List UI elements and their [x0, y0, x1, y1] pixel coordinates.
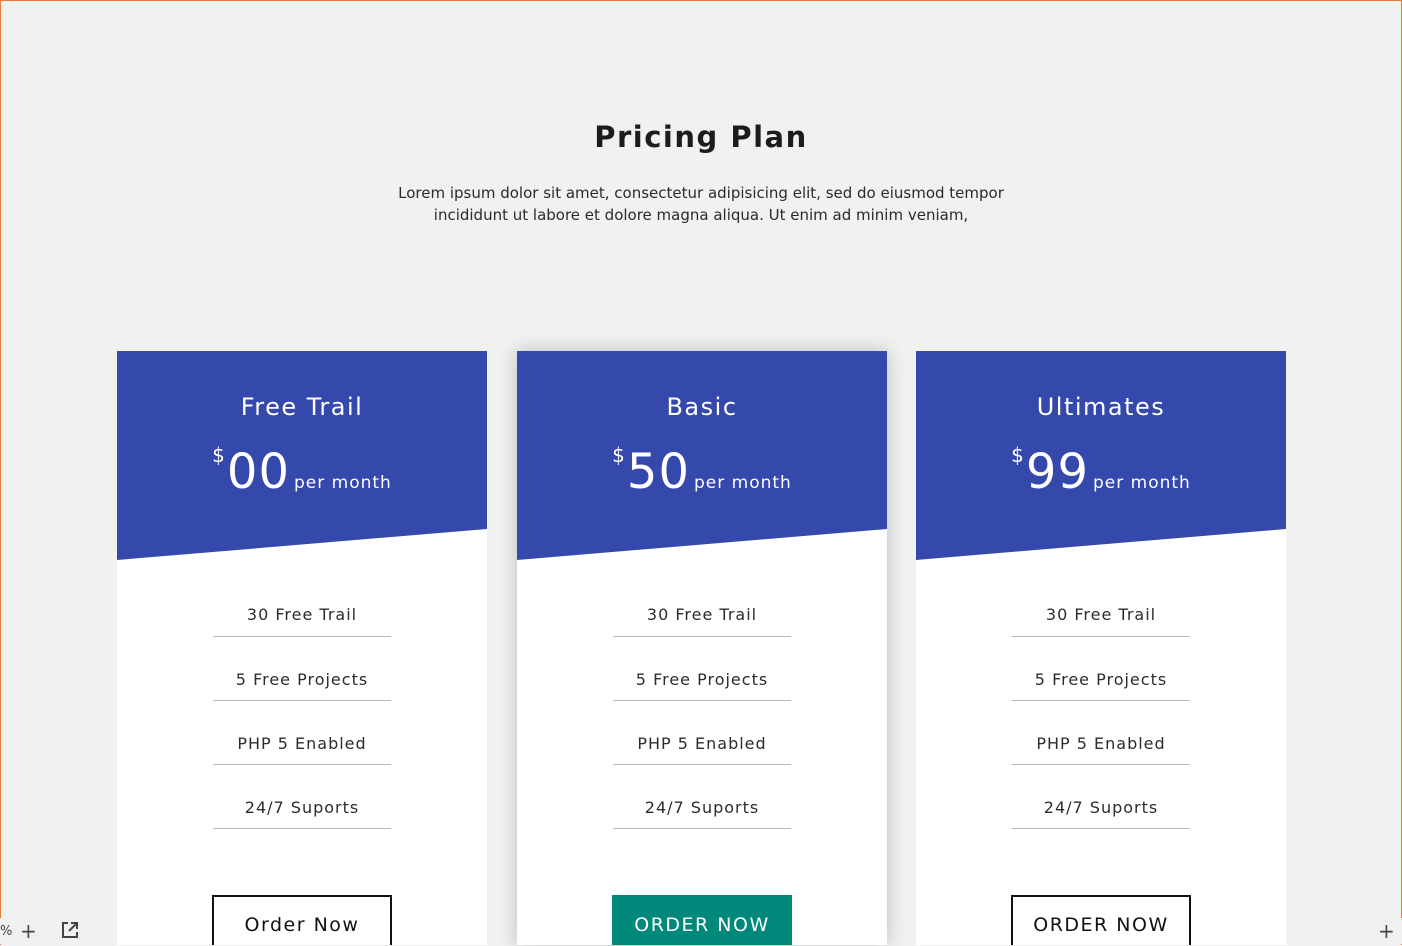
currency-symbol: $: [212, 443, 225, 467]
pricing-card-free-trail: Free Trail $00 per month 30 Free Trail 5 …: [117, 351, 487, 945]
order-now-button[interactable]: Order Now: [212, 895, 392, 945]
feature-item: 5 Free Projects: [613, 637, 791, 701]
price-period: per month: [693, 473, 792, 493]
order-now-button[interactable]: ORDER NOW: [612, 895, 792, 945]
feature-list: 30 Free Trail 5 Free Projects PHP 5 Enab…: [1012, 596, 1190, 829]
price-amount: 99: [1025, 444, 1089, 500]
feature-item: 24/7 Suports: [613, 765, 791, 829]
plus-icon[interactable]: +: [20, 918, 37, 944]
page-title: Pricing Plan: [594, 120, 808, 154]
price-period: per month: [293, 473, 392, 493]
pricing-card-basic: Basic $50 per month 30 Free Trail 5 Free …: [517, 351, 887, 945]
feature-item: 30 Free Trail: [1012, 596, 1190, 637]
feature-item: 24/7 Suports: [1012, 765, 1190, 829]
currency-symbol: $: [612, 443, 625, 467]
feature-item: 30 Free Trail: [213, 596, 391, 637]
card-header: Ultimates $99 per month: [916, 351, 1286, 561]
feature-item: 30 Free Trail: [613, 596, 791, 637]
plan-price: $99 per month: [916, 443, 1286, 500]
feature-item: 24/7 Suports: [213, 765, 391, 829]
price-amount: 00: [226, 444, 290, 500]
plan-price: $50 per month: [517, 443, 887, 500]
plan-name: Ultimates: [1036, 393, 1166, 421]
feature-item: PHP 5 Enabled: [613, 701, 791, 765]
card-header: Free Trail $00 per month: [117, 351, 487, 561]
feature-list: 30 Free Trail 5 Free Projects PHP 5 Enab…: [613, 596, 791, 829]
price-period: per month: [1092, 473, 1191, 493]
price-amount: 50: [626, 444, 690, 500]
feature-item: 5 Free Projects: [1012, 637, 1190, 701]
feature-item: PHP 5 Enabled: [213, 701, 391, 765]
feature-list: 30 Free Trail 5 Free Projects PHP 5 Enab…: [213, 596, 391, 829]
plus-icon[interactable]: +: [1378, 918, 1395, 944]
page-description: Lorem ipsum dolor sit amet, consectetur …: [398, 184, 1004, 224]
card-header: Basic $50 per month: [517, 351, 887, 561]
external-link-icon[interactable]: [60, 920, 80, 946]
plan-name: Free Trail: [240, 393, 364, 421]
feature-item: 5 Free Projects: [213, 637, 391, 701]
pricing-card-ultimates: Ultimates $99 per month 30 Free Trail 5 F…: [916, 351, 1286, 945]
feature-item: PHP 5 Enabled: [1012, 701, 1190, 765]
plan-name: Basic: [666, 393, 738, 421]
zoom-label: %: [0, 924, 13, 939]
plan-price: $00 per month: [117, 443, 487, 500]
currency-symbol: $: [1011, 443, 1024, 467]
order-now-button[interactable]: ORDER NOW: [1011, 895, 1191, 945]
